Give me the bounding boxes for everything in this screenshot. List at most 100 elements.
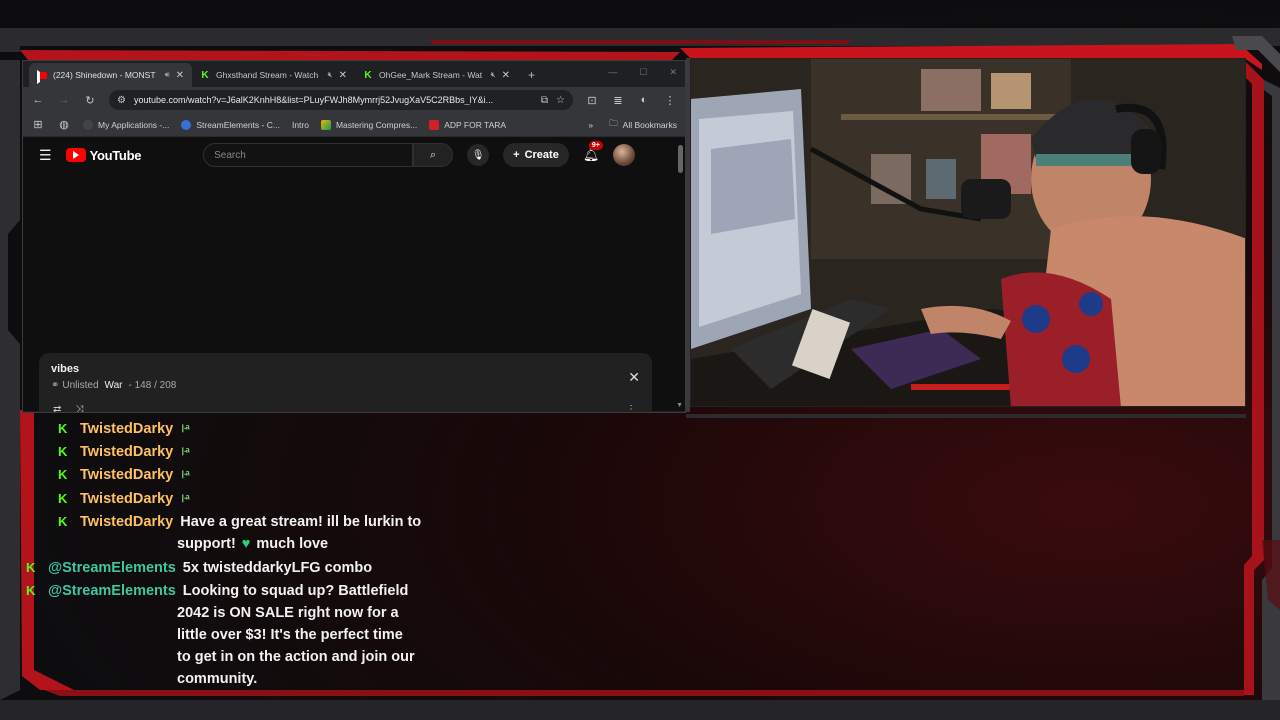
bookmark-mastering[interactable]: Mastering Compres...	[320, 119, 417, 130]
chat-text: much love	[256, 536, 329, 552]
kick-badge-icon: K	[58, 491, 68, 506]
kick-badge-icon: K	[58, 514, 68, 529]
chat-message: K TwistedDarky ꜏ᵃ	[58, 441, 190, 463]
chat-username: TwistedDarky	[80, 514, 174, 530]
playlist-channel[interactable]: War	[105, 380, 123, 391]
page-scrollbar[interactable]	[678, 145, 683, 173]
media-controls-icon[interactable]: ≣	[611, 94, 625, 107]
maximize-icon[interactable]: ☐	[639, 67, 647, 78]
folder-icon: 🗀︎	[609, 117, 618, 128]
youtube-play-icon	[65, 148, 86, 162]
playlist-panel: vibes ⚭ Unlisted War - 148 / 208 ✕ ⇄ ⤨ ⋮	[39, 353, 652, 412]
chat-text: community.	[177, 671, 258, 687]
microphone-icon[interactable]: 🎙︎	[467, 144, 490, 166]
bookmark-my-applications[interactable]: My Applications -...	[83, 119, 169, 130]
close-tab-icon[interactable]: ✕	[176, 70, 184, 81]
youtube-header: ☰ YouTube Search ⌕ 🎙︎ + Create 🔔︎ 9+	[23, 137, 685, 173]
notification-badge: 9+	[588, 141, 603, 150]
globe-icon[interactable]: ◍	[57, 118, 71, 131]
chat-username: TwistedDarky	[80, 467, 174, 483]
chat-username: @StreamElements	[48, 583, 176, 599]
bookmark-adp[interactable]: ADP FOR TARA	[429, 119, 506, 130]
chat-message: K TwistedDarky ꜏ᵃ	[58, 488, 190, 510]
kick-favicon-icon: K	[364, 69, 372, 81]
kick-badge-icon: K	[58, 467, 68, 482]
browser-window: (224) Shinedown - MONST 🔊︎ ✕ K Ghxsthand…	[22, 60, 686, 413]
chat-text: support!	[177, 536, 236, 552]
chat-message-continued: community.	[177, 668, 257, 690]
scroll-down-arrow-icon[interactable]: ▼	[676, 402, 683, 409]
close-tab-icon[interactable]: ✕	[502, 70, 510, 81]
chat-username: @StreamElements	[48, 560, 176, 576]
browser-tab-ghxsthand[interactable]: K Ghxsthand Stream - Watch 🔇︎ ✕	[192, 63, 355, 87]
speaker-icon[interactable]: 🔊︎	[165, 70, 170, 80]
youtube-page: ☰ YouTube Search ⌕ 🎙︎ + Create 🔔︎ 9+ vibes…	[23, 137, 685, 412]
close-playlist-icon[interactable]: ✕	[628, 369, 640, 386]
playlist-controls: ⇄ ⤨	[53, 404, 83, 412]
chat-username: TwistedDarky	[80, 421, 174, 437]
back-arrow-icon[interactable]: ←	[31, 94, 45, 106]
playlist-meta: ⚭ Unlisted War - 148 / 208	[51, 380, 640, 391]
window-controls: — ☐ ✕	[608, 67, 677, 78]
apps-grid-icon[interactable]: ⊞	[31, 118, 45, 131]
all-bookmarks-folder[interactable]: 🗀︎ All Bookmarks	[609, 118, 677, 132]
minimize-icon[interactable]: —	[608, 67, 617, 78]
chat-text: to get in on the action and join our	[177, 649, 415, 665]
new-tab-button[interactable]: +	[518, 63, 545, 87]
bookmarks-bar: ⊞ ◍ My Applications -... StreamElements …	[23, 113, 685, 137]
create-button[interactable]: + Create	[503, 143, 569, 167]
chat-message: K TwistedDarky ꜏ᵃ	[58, 464, 190, 486]
muted-speaker-icon[interactable]: 🔇︎	[328, 70, 333, 80]
youtube-logo[interactable]: YouTube	[65, 148, 141, 163]
chat-username: TwistedDarky	[80, 491, 174, 507]
bookmark-star-icon[interactable]: ☆	[556, 95, 565, 106]
chat-message: K @StreamElements 5x twisteddarkyLFG com…	[26, 557, 372, 579]
forward-arrow-icon[interactable]: →	[57, 94, 71, 106]
account-avatar[interactable]	[613, 144, 636, 166]
hamburger-menu-icon[interactable]: ☰	[39, 147, 52, 164]
chat-text: 5x twisteddarkyLFG combo	[182, 560, 373, 576]
browser-tab-ohgee-mark[interactable]: K OhGee_Mark Stream - Wat 🔇︎ ✕	[355, 63, 518, 87]
kick-badge-icon: K	[58, 444, 68, 459]
chat-username: TwistedDarky	[80, 444, 174, 460]
chat-text: little over $3! It's the perfect time	[177, 627, 403, 643]
reload-icon[interactable]: ↻	[83, 94, 97, 107]
chat-message: K @StreamElements Looking to squad up? B…	[26, 580, 408, 602]
browser-menu-icon[interactable]: ⋮	[663, 94, 677, 107]
tab-title: OhGee_Mark Stream - Wat	[379, 70, 483, 80]
chat-message: K TwistedDarky ꜏ᵃ	[58, 418, 190, 440]
more-bookmarks-icon[interactable]: »	[588, 120, 593, 130]
playlist-position: - 148 / 208	[128, 380, 177, 391]
more-options-icon[interactable]: ⋮	[626, 404, 636, 412]
bookmark-intro[interactable]: Intro	[292, 120, 309, 130]
shuffle-icon[interactable]: ⤨	[75, 404, 83, 412]
close-window-icon[interactable]: ✕	[669, 67, 677, 78]
install-app-icon[interactable]: ⧉	[541, 95, 548, 106]
tab-title: (224) Shinedown - MONST	[53, 70, 156, 80]
bookmark-streamelements[interactable]: StreamElements - C...	[181, 119, 280, 130]
chat-emote: ꜏ᵃ	[181, 446, 190, 458]
playlist-title[interactable]: vibes	[51, 363, 640, 375]
browser-toolbar: ← → ↻ ⚙︎ youtube.com/watch?v=J6alK2KnhH8…	[23, 87, 685, 113]
address-bar[interactable]: ⚙︎ youtube.com/watch?v=J6alK2KnhH8&list=…	[109, 90, 573, 110]
loop-icon[interactable]: ⇄	[53, 404, 61, 412]
kick-badge-icon: K	[26, 583, 36, 598]
chat-message-continued: to get in on the action and join our	[177, 646, 415, 668]
cast-icon[interactable]: ⊡	[585, 94, 599, 107]
link-icon: ⚭	[51, 380, 60, 391]
kick-badge-icon: K	[26, 560, 36, 575]
green-heart-icon: ♥	[241, 536, 251, 552]
kick-badge-icon: K	[58, 421, 68, 436]
close-tab-icon[interactable]: ✕	[339, 70, 347, 81]
webcam-feed	[690, 58, 1246, 407]
site-info-icon[interactable]: ⚙︎	[117, 95, 126, 106]
profile-icon[interactable]: ◐	[637, 94, 651, 106]
tab-title: Ghxsthand Stream - Watch	[216, 70, 319, 80]
search-icon[interactable]: ⌕	[413, 143, 454, 167]
chat-text: Looking to squad up? Battlefield	[182, 583, 409, 599]
youtube-search-input[interactable]: Search	[203, 143, 414, 167]
browser-tab-youtube[interactable]: (224) Shinedown - MONST 🔊︎ ✕	[29, 63, 192, 87]
notifications-bell-icon[interactable]: 🔔︎ 9+	[583, 141, 603, 163]
muted-speaker-icon[interactable]: 🔇︎	[491, 70, 496, 80]
chat-message-continued: 2042 is ON SALE right now for a	[177, 602, 399, 624]
